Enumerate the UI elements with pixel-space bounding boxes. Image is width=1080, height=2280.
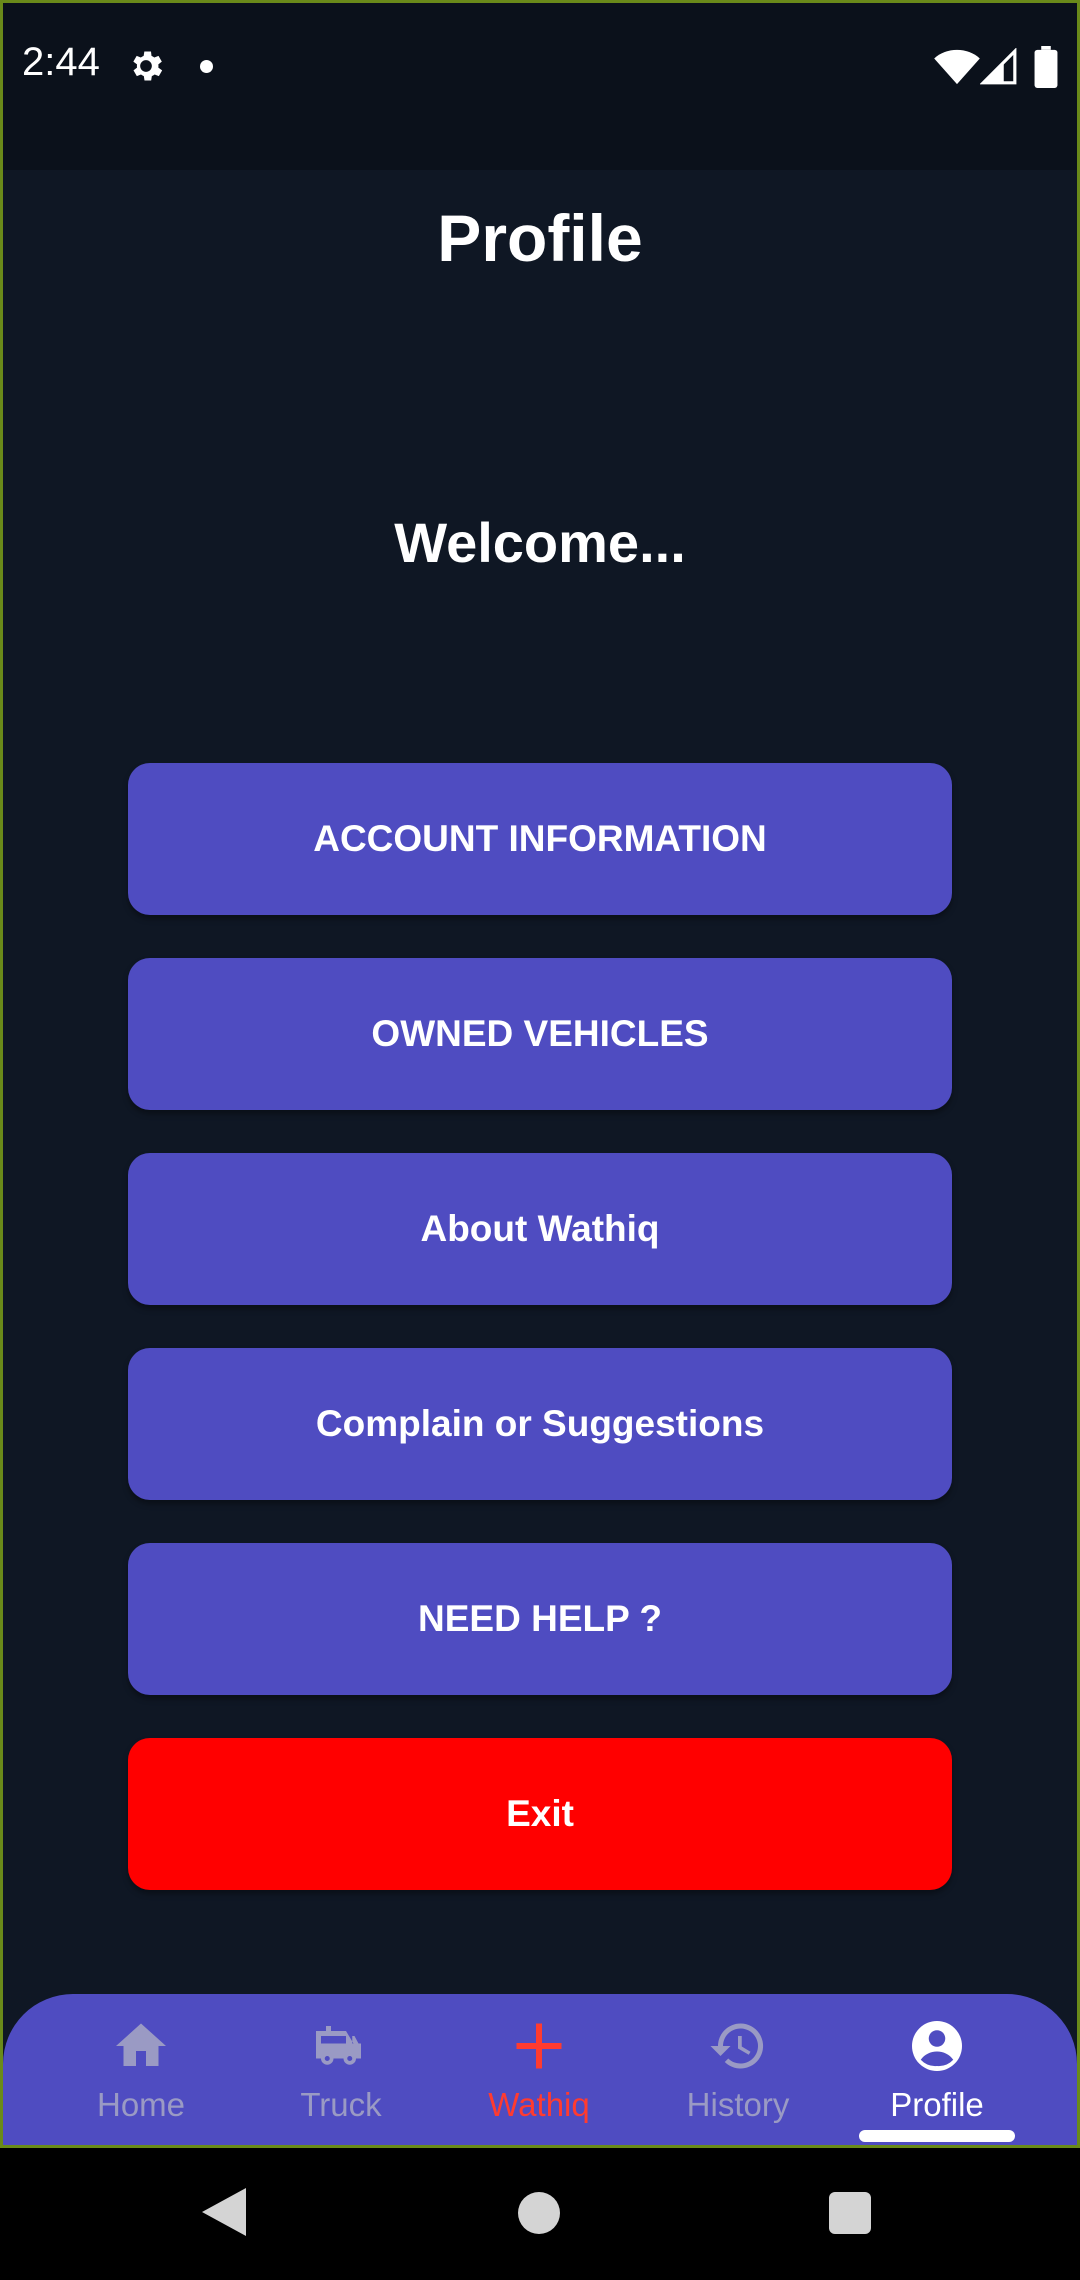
nav-label-home: Home bbox=[96, 2086, 186, 2123]
page-title: Profile bbox=[437, 201, 643, 275]
need-help-button[interactable]: NEED HELP ? bbox=[128, 1543, 952, 1695]
nav-label-profile: Profile bbox=[890, 2086, 984, 2123]
about-wathiq-button[interactable]: About Wathiq bbox=[128, 1153, 952, 1305]
nav-item-truck[interactable]: Truck bbox=[241, 1994, 441, 2145]
history-icon bbox=[710, 2023, 764, 2069]
gear-icon bbox=[133, 51, 163, 81]
status-bar: 2:44 bbox=[0, 0, 1080, 170]
nav-item-home[interactable]: Home bbox=[41, 1994, 241, 2145]
truck-icon bbox=[316, 2026, 361, 2065]
nav-item-profile[interactable]: Profile bbox=[837, 1994, 1037, 2145]
complain-suggestions-button[interactable]: Complain or Suggestions bbox=[128, 1348, 952, 1500]
signal-icon bbox=[980, 48, 1017, 85]
nav-item-history[interactable]: History bbox=[638, 1994, 838, 2145]
profile-screen: 2:44 Profile Welcome... ACCOUNT INFORMAT… bbox=[0, 0, 1080, 2280]
wifi-icon bbox=[934, 49, 980, 85]
active-tab-indicator bbox=[859, 2130, 1015, 2142]
welcome-text: Welcome... bbox=[394, 511, 686, 574]
nav-item-wathiq[interactable]: Wathiq bbox=[439, 1994, 639, 2145]
nav-label-wathiq: Wathiq bbox=[488, 2086, 590, 2123]
exit-button[interactable]: Exit bbox=[128, 1738, 952, 1890]
battery-icon bbox=[1034, 46, 1058, 88]
notification-dot-icon bbox=[200, 60, 213, 73]
bottom-navigation: Home Truck Wathiq History Profile bbox=[3, 1994, 1077, 2145]
recent-apps-icon[interactable] bbox=[829, 2192, 871, 2234]
plus-icon bbox=[516, 2023, 562, 2069]
system-navigation-bar bbox=[0, 2148, 1080, 2280]
back-icon[interactable] bbox=[202, 2188, 246, 2236]
account-information-button[interactable]: ACCOUNT INFORMATION bbox=[128, 763, 952, 915]
home-icon bbox=[116, 2023, 166, 2066]
owned-vehicles-button[interactable]: OWNED VEHICLES bbox=[128, 958, 952, 1110]
account-circle-icon bbox=[912, 2021, 962, 2071]
nav-label-history: History bbox=[686, 2086, 790, 2123]
nav-label-truck: Truck bbox=[300, 2086, 382, 2123]
home-button-icon[interactable] bbox=[518, 2192, 560, 2234]
status-time: 2:44 bbox=[22, 40, 100, 84]
